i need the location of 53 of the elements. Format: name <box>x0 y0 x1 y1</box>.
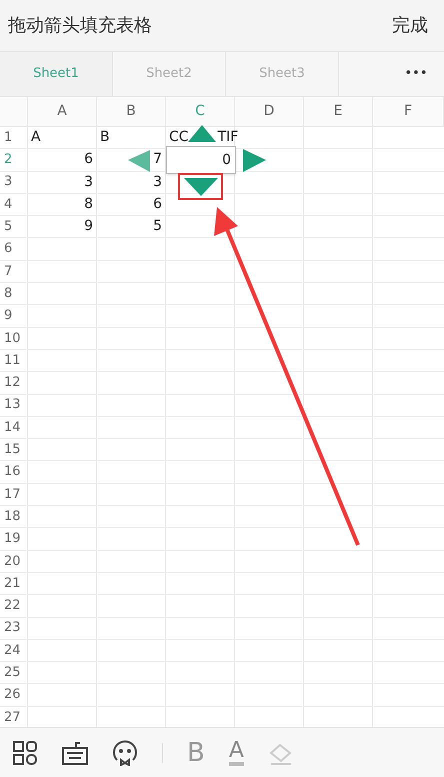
keyboard-icon[interactable] <box>62 740 88 766</box>
cell-text: 9 <box>84 217 93 236</box>
row-number[interactable]: 23 <box>0 618 28 639</box>
row-number[interactable]: 7 <box>0 260 28 282</box>
row-number[interactable]: 4 <box>0 194 28 216</box>
more-button[interactable]: ••• <box>388 52 444 96</box>
row-number[interactable]: 19 <box>0 528 28 550</box>
cell-text: A <box>31 128 41 148</box>
cell-editor[interactable]: 0 <box>166 146 236 174</box>
highlight-frame <box>178 173 223 200</box>
cell-text: 5 <box>153 217 162 236</box>
row-number[interactable]: 22 <box>0 595 28 617</box>
cell-text: 3 <box>84 172 93 192</box>
cell-text: TIF <box>218 128 238 148</box>
row-number[interactable]: 26 <box>0 684 28 706</box>
row-number[interactable]: 15 <box>0 439 28 460</box>
row-number[interactable]: 25 <box>0 662 28 684</box>
row-number[interactable]: 9 <box>0 305 28 327</box>
cell-text: CC <box>169 128 189 148</box>
row-number[interactable]: 1 <box>0 127 28 148</box>
row-number[interactable]: 13 <box>0 394 28 416</box>
cell-text: 6 <box>153 195 162 214</box>
row-number[interactable]: 2 <box>0 149 28 171</box>
column-header[interactable]: F <box>373 97 444 126</box>
row-number[interactable]: 16 <box>0 461 28 483</box>
grid-icon[interactable] <box>12 740 38 766</box>
row-number[interactable]: 20 <box>0 550 28 572</box>
row-number[interactable]: 5 <box>0 216 28 238</box>
row-number[interactable]: 3 <box>0 172 28 193</box>
row-number[interactable]: 14 <box>0 416 28 438</box>
done-button[interactable]: 完成 <box>392 12 436 39</box>
cell-text: 8 <box>84 195 93 214</box>
cell-text: B <box>100 128 110 148</box>
row-number[interactable]: 17 <box>0 484 28 506</box>
cell-text: 6 <box>84 150 93 170</box>
column-header[interactable]: A <box>28 97 97 126</box>
cell-text: 3 <box>153 172 162 192</box>
row-number[interactable]: 11 <box>0 350 28 372</box>
font-color-button[interactable]: A <box>228 740 244 766</box>
column-header[interactable]: C <box>166 97 235 126</box>
emoji-icon[interactable] <box>112 740 138 766</box>
cell-text: 7 <box>153 150 162 170</box>
row-number[interactable]: 18 <box>0 506 28 528</box>
row-number[interactable]: 6 <box>0 238 28 260</box>
page-title: 拖动箭头填充表格 <box>8 14 152 38</box>
column-header[interactable]: E <box>304 97 373 126</box>
row-number[interactable]: 24 <box>0 640 28 662</box>
row-number[interactable]: 12 <box>0 372 28 394</box>
row-number[interactable]: 21 <box>0 572 28 594</box>
column-header[interactable]: D <box>235 97 304 126</box>
row-number[interactable]: 8 <box>0 283 28 304</box>
row-number[interactable]: 10 <box>0 328 28 349</box>
column-header[interactable]: B <box>97 97 166 126</box>
